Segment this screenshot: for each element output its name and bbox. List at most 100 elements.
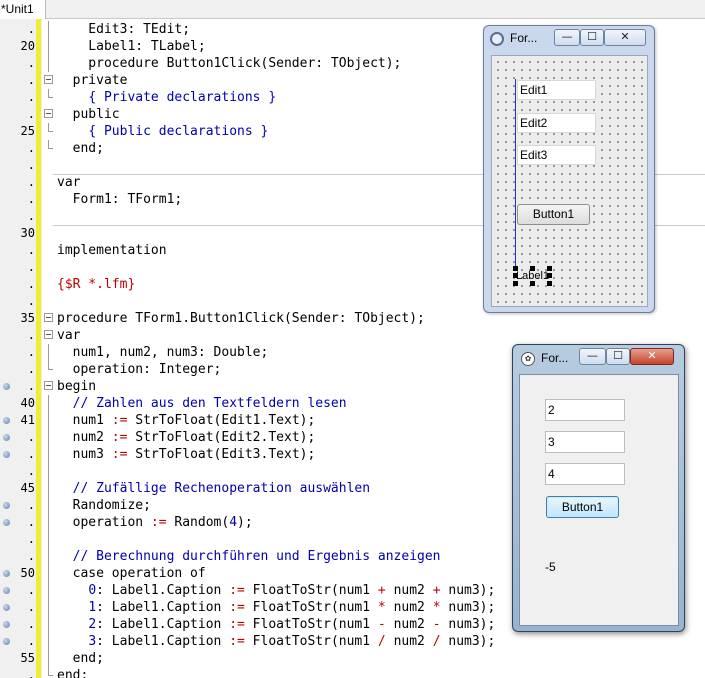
running-form-window[interactable]: ✿ For... — ☐ ✕ 2 3 4 Button1 -5: [512, 344, 685, 632]
code-text[interactable]: // Zufällige Rechenoperation auswählen: [57, 480, 370, 497]
selection-grip[interactable]: [530, 281, 535, 286]
minimize-button[interactable]: —: [579, 348, 606, 365]
selection-grip[interactable]: [547, 273, 552, 278]
code-text[interactable]: end;: [57, 140, 104, 157]
code-text[interactable]: end;: [57, 650, 104, 667]
fold-guide: [48, 429, 49, 446]
code-text[interactable]: public: [57, 106, 120, 123]
breakpoint-dot-icon[interactable]: [3, 383, 10, 390]
breakpoint-dot-icon[interactable]: [3, 604, 10, 611]
maximize-button[interactable]: ☐: [580, 29, 604, 46]
breakpoint-dot-icon[interactable]: [3, 417, 10, 424]
button1[interactable]: Button1: [546, 496, 619, 518]
code-text[interactable]: 0: Label1.Caption := FloatToStr(num1 + n…: [57, 582, 495, 599]
running-form-titlebar[interactable]: ✿ For... — ☐ ✕: [513, 345, 684, 372]
code-text[interactable]: implementation: [57, 242, 167, 259]
selection-grip[interactable]: [547, 281, 552, 286]
selection-grip[interactable]: [547, 266, 552, 271]
code-line[interactable]: 55 end;: [0, 650, 705, 667]
selection-grip[interactable]: [513, 281, 518, 286]
code-text[interactable]: num1, num2, num3: Double;: [57, 344, 269, 361]
code-token: operation: [57, 515, 151, 530]
paw-icon: ✿: [521, 352, 535, 366]
code-text[interactable]: num1 := StrToFloat(Edit1.Text);: [57, 412, 316, 429]
code-text[interactable]: end;: [57, 667, 88, 678]
code-text[interactable]: private: [57, 72, 128, 89]
minimize-button[interactable]: —: [554, 29, 580, 46]
tab-unit1[interactable]: *Unit1: [0, 0, 46, 19]
selection-grip[interactable]: [513, 266, 518, 271]
code-text[interactable]: num2 := StrToFloat(Edit2.Text);: [57, 429, 316, 446]
code-text[interactable]: 2: Label1.Caption := FloatToStr(num1 - n…: [57, 616, 495, 633]
code-text[interactable]: case operation of: [57, 565, 206, 582]
code-text[interactable]: { Public declarations }: [57, 123, 268, 140]
fold-toggle-icon[interactable]: [44, 313, 53, 322]
code-token: 3: [88, 634, 97, 649]
code-text[interactable]: begin: [57, 378, 96, 395]
fold-guide: [48, 344, 49, 361]
code-text[interactable]: Edit3: TEdit;: [57, 21, 190, 38]
design-button1[interactable]: Button1: [517, 204, 590, 225]
close-button[interactable]: ✕: [604, 29, 646, 46]
design-surface-grid[interactable]: Edit1 Edit2 Edit3 Button1 Label1: [491, 55, 648, 307]
design-form-titlebar[interactable]: For... — ☐ ✕: [484, 26, 654, 52]
design-edit1[interactable]: Edit1: [517, 80, 596, 100]
selection-grip[interactable]: [513, 273, 518, 278]
code-text[interactable]: operation := Random(4);: [57, 514, 253, 531]
code-text[interactable]: {$R *.lfm}: [57, 276, 135, 293]
line-number: .: [27, 209, 35, 223]
code-token: FloatToStr(num1: [244, 617, 378, 632]
fold-toggle-icon[interactable]: [44, 75, 53, 84]
code-text[interactable]: var: [57, 174, 80, 191]
code-line[interactable]: . 3: Label1.Caption := FloatToStr(num1 /…: [0, 633, 705, 650]
code-line[interactable]: . end;: [0, 667, 705, 678]
line-number: .: [27, 158, 35, 172]
breakpoint-dot-icon[interactable]: [3, 587, 10, 594]
line-number: .: [27, 532, 35, 546]
code-token: : Label1.Caption: [96, 600, 230, 615]
selection-grip[interactable]: [530, 266, 535, 271]
maximize-button[interactable]: ☐: [606, 348, 630, 365]
breakpoint-dot-icon[interactable]: [3, 621, 10, 628]
code-token: :=: [229, 617, 245, 632]
code-token: // Zufällige Rechenoperation auswählen: [72, 481, 371, 496]
design-form-window[interactable]: For... — ☐ ✕ Edit1 Edit2 Edit3 Button1 L…: [483, 25, 655, 313]
code-line[interactable]: . var: [0, 327, 705, 344]
breakpoint-dot-icon[interactable]: [3, 451, 10, 458]
code-text[interactable]: 3: Label1.Caption := FloatToStr(num1 / n…: [57, 633, 495, 650]
fold-toggle-icon[interactable]: [44, 109, 53, 118]
design-edit3[interactable]: Edit3: [517, 145, 596, 165]
code-text[interactable]: { Private declarations }: [57, 89, 276, 106]
code-text[interactable]: procedure TForm1.Button1Click(Sender: TO…: [57, 310, 425, 327]
code-text[interactable]: Label1: TLabel;: [57, 38, 205, 55]
breakpoint-dot-icon[interactable]: [3, 502, 10, 509]
code-text[interactable]: num3 := StrToFloat(Edit3.Text);: [57, 446, 316, 463]
fold-guide: [48, 463, 49, 480]
edit1-input[interactable]: 2: [545, 399, 625, 421]
line-number: 45: [20, 481, 35, 495]
fold-toggle-icon[interactable]: [44, 381, 53, 390]
breakpoint-dot-icon[interactable]: [3, 638, 10, 645]
fold-guide: [48, 21, 49, 38]
design-edit2[interactable]: Edit2: [517, 113, 596, 133]
code-token: FloatToStr(num1: [244, 600, 378, 615]
breakpoint-dot-icon[interactable]: [3, 519, 10, 526]
code-text[interactable]: Form1: TForm1;: [57, 191, 183, 208]
code-text[interactable]: 1: Label1.Caption := FloatToStr(num1 * n…: [57, 599, 495, 616]
code-text[interactable]: var: [57, 327, 80, 344]
code-text[interactable]: operation: Integer;: [57, 361, 222, 378]
code-text[interactable]: // Berechnung durchführen und Ergebnis a…: [57, 548, 441, 565]
code-token: // Zahlen aus den Textfeldern lesen: [72, 396, 347, 411]
code-text[interactable]: procedure Button1Click(Sender: TObject);: [57, 55, 401, 72]
edit2-input[interactable]: 3: [545, 431, 625, 453]
code-text[interactable]: // Zahlen aus den Textfeldern lesen: [57, 395, 347, 412]
fold-toggle-icon[interactable]: [44, 330, 53, 339]
code-text[interactable]: Randomize;: [57, 497, 151, 514]
breakpoint-dot-icon[interactable]: [3, 434, 10, 441]
edit3-input[interactable]: 4: [545, 463, 625, 485]
breakpoint-dot-icon[interactable]: [3, 570, 10, 577]
close-button[interactable]: ✕: [630, 348, 674, 365]
